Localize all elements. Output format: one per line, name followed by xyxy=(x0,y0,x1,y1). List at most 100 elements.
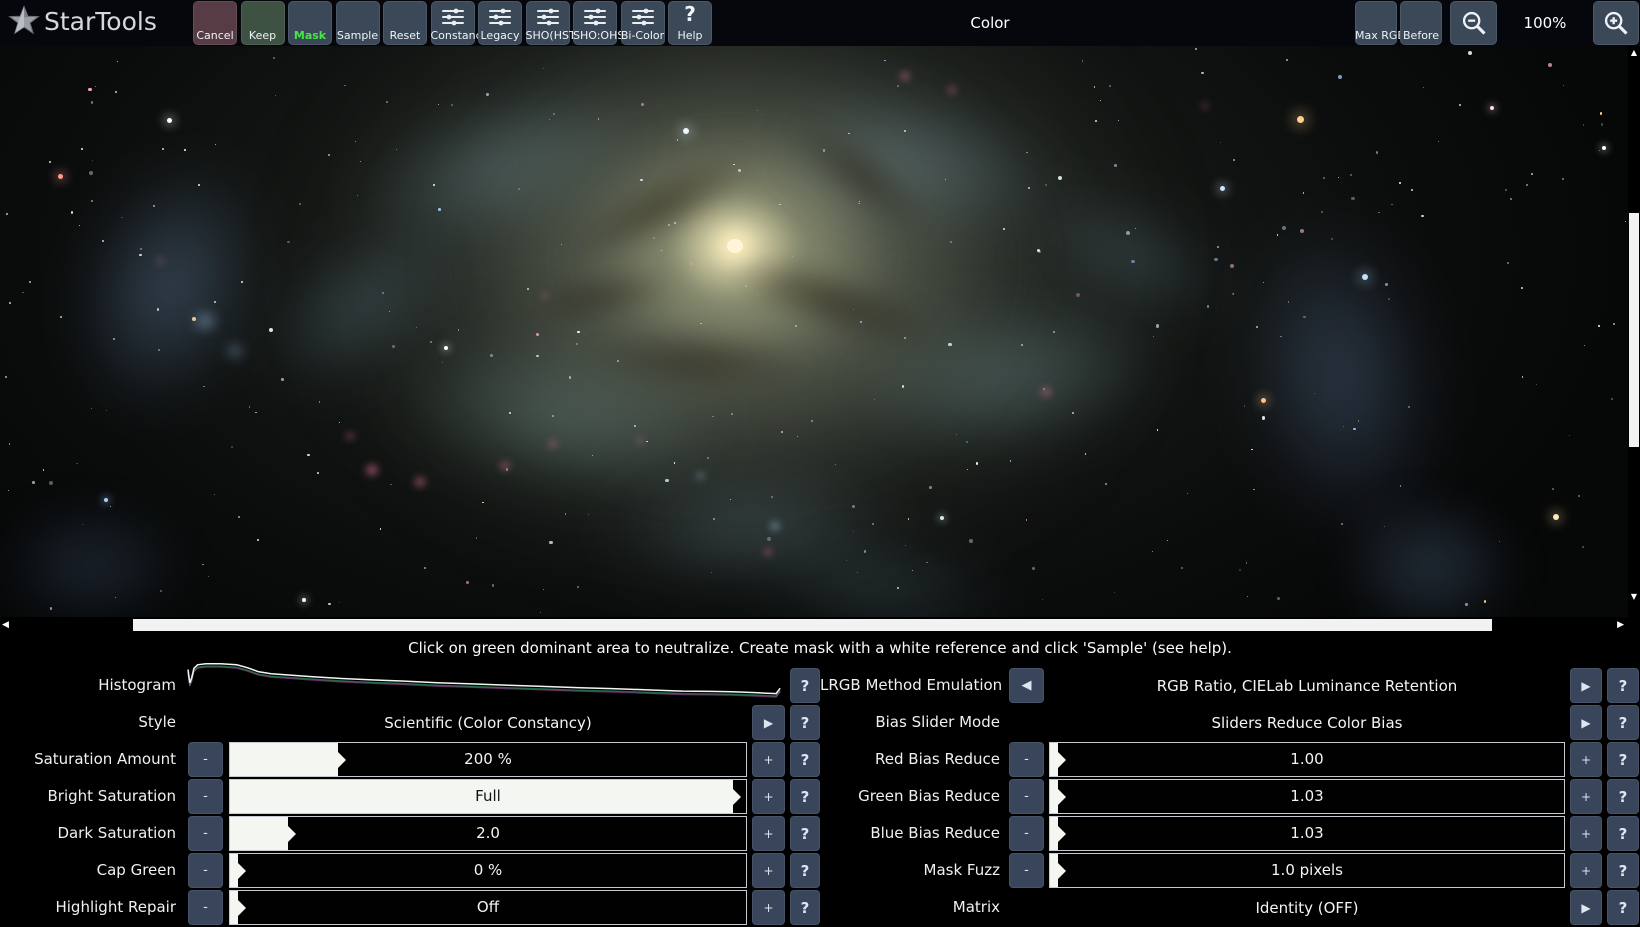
help-query-button[interactable]: ? xyxy=(790,742,820,777)
before-button[interactable]: Before xyxy=(1400,1,1442,45)
decrease-button[interactable]: - xyxy=(1009,779,1044,814)
sliders-icon xyxy=(431,8,475,26)
param-label: LRGB Method Emulation xyxy=(820,668,1000,703)
param-label: Histogram xyxy=(0,668,176,703)
mask-button[interactable]: Mask xyxy=(288,1,332,45)
toolbar: Cancel Keep Mask Sample Reset Constancy … xyxy=(193,1,712,45)
help-query-button[interactable]: ? xyxy=(790,668,820,703)
help-query-button[interactable]: ? xyxy=(1607,890,1639,925)
next-option-button[interactable]: ▶ xyxy=(1570,668,1602,703)
increase-button[interactable]: + xyxy=(1570,853,1602,888)
increase-button[interactable]: + xyxy=(1570,742,1602,777)
status-message: Click on green dominant area to neutrali… xyxy=(0,639,1640,657)
increase-button[interactable]: + xyxy=(1570,816,1602,851)
decrease-button[interactable]: - xyxy=(188,853,223,888)
vertical-scroll-thumb[interactable] xyxy=(1629,213,1639,447)
galaxy-image-viewport[interactable] xyxy=(0,46,1628,617)
zoom-in-button[interactable] xyxy=(1593,1,1639,45)
param-label: Mask Fuzz xyxy=(820,853,1000,888)
next-option-button[interactable]: ▶ xyxy=(752,705,785,740)
next-option-button[interactable]: ▶ xyxy=(1570,705,1602,740)
help-query-button[interactable]: ? xyxy=(1607,816,1639,851)
increase-button[interactable]: + xyxy=(1570,779,1602,814)
help-query-button[interactable]: ? xyxy=(790,705,820,740)
param-label: Highlight Repair xyxy=(0,890,176,925)
saturation-amount-slider[interactable]: 200 % xyxy=(229,742,747,777)
sho-ohs-button[interactable]: SHO:OHS xyxy=(573,1,617,45)
blue-bias-reduce-row: Blue Bias Reduce - 1.03 + ? xyxy=(820,816,1640,851)
dark-saturation-slider[interactable]: 2.0 xyxy=(229,816,747,851)
scroll-down-icon[interactable]: ▼ xyxy=(1628,592,1640,601)
green-bias-slider[interactable]: 1.03 xyxy=(1049,779,1565,814)
increase-button[interactable]: + xyxy=(752,816,785,851)
cancel-button[interactable]: Cancel xyxy=(193,1,237,45)
help-query-button[interactable]: ? xyxy=(790,853,820,888)
param-label: Bright Saturation xyxy=(0,779,176,814)
help-query-button[interactable]: ? xyxy=(1607,705,1639,740)
help-button[interactable]: ? Help xyxy=(668,1,712,45)
help-query-button[interactable]: ? xyxy=(1607,668,1639,703)
scroll-right-icon[interactable]: ▶ xyxy=(1617,618,1624,632)
previous-option-button[interactable]: ◀ xyxy=(1009,668,1044,703)
help-query-button[interactable]: ? xyxy=(1607,742,1639,777)
red-bias-slider[interactable]: 1.00 xyxy=(1049,742,1565,777)
decrease-button[interactable]: - xyxy=(188,742,223,777)
red-bias-reduce-row: Red Bias Reduce - 1.00 + ? xyxy=(820,742,1640,777)
horizontal-scroll-thumb[interactable] xyxy=(133,619,1492,631)
sho-hst-button[interactable]: SHO(HST) xyxy=(526,1,570,45)
increase-button[interactable]: + xyxy=(752,742,785,777)
matrix-row: Matrix Identity (OFF) ▶ ? xyxy=(820,890,1640,925)
param-label: Matrix xyxy=(820,890,1000,925)
app-logo-text: StarTools xyxy=(44,7,157,36)
app-logo: StarTools xyxy=(8,5,157,37)
bi-color-button[interactable]: Bi-Color xyxy=(621,1,665,45)
zoom-out-button[interactable] xyxy=(1450,1,1497,45)
param-label: Red Bias Reduce xyxy=(820,742,1000,777)
increase-button[interactable]: + xyxy=(752,890,785,925)
histogram-plot xyxy=(188,668,785,703)
lrgb-method-row: LRGB Method Emulation ◀ RGB Ratio, CIELa… xyxy=(820,668,1640,703)
param-label: Dark Saturation xyxy=(0,816,176,851)
module-title: Color xyxy=(970,14,1009,32)
decrease-button[interactable]: - xyxy=(1009,742,1044,777)
reset-button[interactable]: Reset xyxy=(383,1,427,45)
help-query-button[interactable]: ? xyxy=(790,816,820,851)
highlight-repair-slider[interactable]: Off xyxy=(229,890,747,925)
help-query-button[interactable]: ? xyxy=(1607,779,1639,814)
increase-button[interactable]: + xyxy=(752,853,785,888)
decrease-button[interactable]: - xyxy=(1009,853,1044,888)
param-label: Cap Green xyxy=(0,853,176,888)
bright-saturation-slider[interactable]: Full xyxy=(229,779,747,814)
highlight-repair-row: Highlight Repair - Off + ? xyxy=(0,890,820,925)
horizontal-scrollbar[interactable]: ◀ ▶ xyxy=(0,617,1628,633)
sliders-icon xyxy=(526,8,570,26)
sample-button[interactable]: Sample xyxy=(336,1,380,45)
startools-window: StarTools Cancel Keep Mask Sample Reset … xyxy=(0,0,1640,925)
bias-slider-mode-value: Sliders Reduce Color Bias xyxy=(1049,705,1565,740)
decrease-button[interactable]: - xyxy=(1009,816,1044,851)
slider-value: 1.03 xyxy=(1050,817,1564,849)
scroll-left-icon[interactable]: ◀ xyxy=(2,618,9,632)
legacy-button[interactable]: Legacy xyxy=(478,1,522,45)
constancy-button[interactable]: Constancy xyxy=(431,1,475,45)
decrease-button[interactable]: - xyxy=(188,779,223,814)
param-label: Style xyxy=(0,705,176,740)
decrease-button[interactable]: - xyxy=(188,890,223,925)
help-query-button[interactable]: ? xyxy=(790,779,820,814)
left-parameter-column: Histogram ? Style Scientific (Color Cons… xyxy=(0,668,820,927)
blue-bias-slider[interactable]: 1.03 xyxy=(1049,816,1565,851)
max-rgb-button[interactable]: Max RGB xyxy=(1355,1,1397,45)
vertical-scrollbar[interactable]: ▲ ▼ xyxy=(1628,46,1640,617)
decrease-button[interactable]: - xyxy=(188,816,223,851)
saturation-amount-row: Saturation Amount - 200 % + ? xyxy=(0,742,820,777)
cap-green-slider[interactable]: 0 % xyxy=(229,853,747,888)
increase-button[interactable]: + xyxy=(752,779,785,814)
help-query-button[interactable]: ? xyxy=(1607,853,1639,888)
next-option-button[interactable]: ▶ xyxy=(1570,890,1602,925)
keep-button[interactable]: Keep xyxy=(241,1,285,45)
mask-fuzz-slider[interactable]: 1.0 pixels xyxy=(1049,853,1565,888)
lrgb-method-value: RGB Ratio, CIELab Luminance Retention xyxy=(1049,668,1565,703)
scroll-up-icon[interactable]: ▲ xyxy=(1628,48,1640,57)
help-query-button[interactable]: ? xyxy=(790,890,820,925)
slider-value: 2.0 xyxy=(230,817,746,849)
